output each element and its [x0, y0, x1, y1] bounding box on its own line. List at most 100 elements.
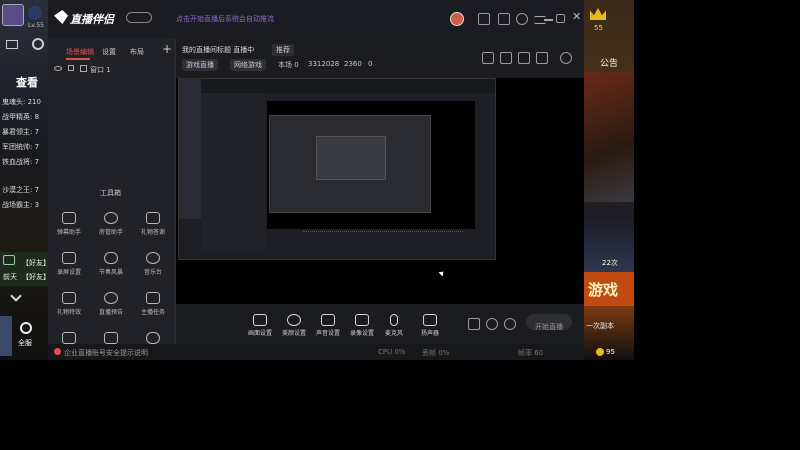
- tool-gift-effect[interactable]: 礼物特效: [52, 292, 86, 316]
- share-alt-icon[interactable]: [560, 52, 572, 64]
- voice-icon: [321, 314, 335, 326]
- target-icon[interactable]: [486, 318, 498, 330]
- tool-preview[interactable]: 直播预告: [94, 292, 128, 316]
- layout-icon[interactable]: [536, 52, 548, 64]
- tool-label: 礼物特效: [56, 309, 81, 316]
- task-icon: [146, 292, 160, 304]
- game-row: 战场霸主: 3: [2, 201, 40, 209]
- chat-line: 前天: [3, 273, 17, 281]
- stat-3: 2360: [344, 60, 362, 68]
- game-avatar[interactable]: [2, 4, 24, 26]
- settings-icon[interactable]: [504, 318, 516, 330]
- category2-button[interactable]: 网络游戏: [230, 59, 266, 71]
- tool-label: 节奏风暴: [98, 269, 123, 276]
- game-scene: [584, 72, 634, 202]
- control-label: 声音设置: [315, 330, 340, 337]
- online-text: 22次: [602, 259, 618, 267]
- tool-label: 直播预告: [98, 309, 123, 316]
- tool-label: 弹幕助手: [56, 229, 81, 236]
- game-row: 铁血战将: 7: [2, 158, 40, 166]
- category-button[interactable]: 游戏直播: [182, 59, 218, 71]
- copy-icon[interactable]: [518, 52, 530, 64]
- user-avatar[interactable]: [450, 12, 464, 26]
- stream-tag[interactable]: 推荐: [272, 44, 294, 56]
- nested-controls: [303, 231, 463, 243]
- footer-stat-drop: 丢帧 0%: [422, 349, 450, 357]
- lock-icon[interactable]: [500, 52, 512, 64]
- tool-gift-thanks[interactable]: 礼物答谢: [136, 212, 170, 236]
- settings-icon[interactable]: [516, 13, 528, 25]
- top-count: 55: [594, 24, 603, 32]
- window-icon: [80, 65, 87, 72]
- control-screen[interactable]: 画面设置: [242, 314, 278, 337]
- stat-1: 本场 0: [278, 61, 299, 69]
- mail-icon[interactable]: [6, 40, 18, 49]
- stream-title: 我的直播间标题 直播中: [182, 46, 255, 54]
- minimize-icon[interactable]: [544, 19, 553, 21]
- control-label: 扬声器: [420, 330, 439, 337]
- tool-label: 音乐台: [143, 269, 162, 276]
- title-bar: 直播伴侣 点击开始直播后系统会自动推流 ✕: [48, 0, 584, 38]
- tool-music[interactable]: 音乐台: [136, 252, 170, 276]
- settings-label: 全服: [18, 339, 32, 347]
- chat-line: 【好友】: [22, 273, 50, 281]
- footer-text[interactable]: 企业直播账号安全提示说明: [64, 348, 148, 358]
- lock-icon[interactable]: [68, 65, 74, 71]
- tool-danmu[interactable]: 弹幕助手: [52, 212, 86, 236]
- nested-left-strip: [179, 79, 201, 219]
- game-row: 鬼魂头: 210: [2, 98, 41, 106]
- status-bar: 企业直播账号安全提示说明 CPU 0% 丢帧 0% 帧率 60: [48, 344, 584, 360]
- tool-task[interactable]: 主播任务: [136, 292, 170, 316]
- control-mic[interactable]: 麦克风: [376, 314, 412, 337]
- notice-label: 公告: [600, 59, 619, 69]
- export-icon[interactable]: [482, 52, 494, 64]
- camera-icon: [287, 314, 301, 326]
- close-icon[interactable]: ✕: [572, 10, 581, 23]
- control-voice[interactable]: 声音设置: [310, 314, 346, 337]
- game-row: 沙漠之王: 7: [2, 186, 40, 194]
- share-icon: [104, 332, 118, 344]
- tab-scene[interactable]: 场景编辑: [66, 47, 94, 57]
- tab-settings[interactable]: 设置: [102, 47, 116, 57]
- share-icon[interactable]: [478, 13, 490, 25]
- scene-item-label[interactable]: 窗口 1: [90, 65, 111, 75]
- nested-inner-2: [316, 136, 386, 180]
- crown-icon: [590, 8, 606, 20]
- tab-layout[interactable]: 布局: [130, 47, 144, 57]
- bottom-thumb: [0, 316, 12, 356]
- footer-stat-cpu: CPU 0%: [378, 348, 406, 356]
- speaker-icon: [423, 314, 437, 326]
- settings-gear-icon[interactable]: [20, 322, 32, 334]
- nested-capture: [178, 78, 496, 260]
- control-speaker[interactable]: 扬声器: [412, 314, 448, 337]
- game-row: 军团统帅: 7: [2, 143, 40, 151]
- shield-icon: [62, 252, 76, 264]
- control-camera[interactable]: 美颜设置: [276, 314, 312, 337]
- copy-icon[interactable]: [498, 13, 510, 25]
- tool-game[interactable]: [136, 332, 170, 344]
- tool-record[interactable]: 录屏设置: [52, 252, 86, 276]
- game-banner[interactable]: 游戏: [584, 272, 634, 306]
- eye-icon[interactable]: [54, 66, 62, 71]
- start-stream-button[interactable]: 开始直播: [526, 314, 572, 331]
- add-scene-icon[interactable]: +: [162, 42, 172, 56]
- chat-icon[interactable]: [3, 255, 15, 265]
- gift-icon: [146, 212, 160, 224]
- screen-capture-icon[interactable]: [468, 318, 480, 330]
- gear-icon[interactable]: [32, 38, 44, 50]
- tool-link[interactable]: [52, 332, 86, 344]
- play-icon: [355, 314, 369, 326]
- tool-storm[interactable]: 节奏风暴: [94, 252, 128, 276]
- preview-canvas[interactable]: [176, 78, 584, 304]
- maximize-icon[interactable]: [556, 14, 565, 23]
- nested-titlebar: [179, 79, 495, 93]
- control-label: 麦克风: [384, 330, 403, 337]
- control-label: 画面设置: [247, 330, 272, 337]
- tool-room-admin[interactable]: 房管助手: [94, 212, 128, 236]
- tool-share[interactable]: [94, 332, 128, 344]
- chevron-down-icon[interactable]: [10, 290, 22, 302]
- control-record[interactable]: 录像设置: [344, 314, 380, 337]
- left-game-strip: Lv.55 查看 鬼魂头: 210 战甲精英: 8 暴君领主: 7 军团统帅: …: [0, 0, 50, 360]
- tool-label: 礼物答谢: [140, 229, 165, 236]
- tool-label: 主播任务: [140, 309, 165, 316]
